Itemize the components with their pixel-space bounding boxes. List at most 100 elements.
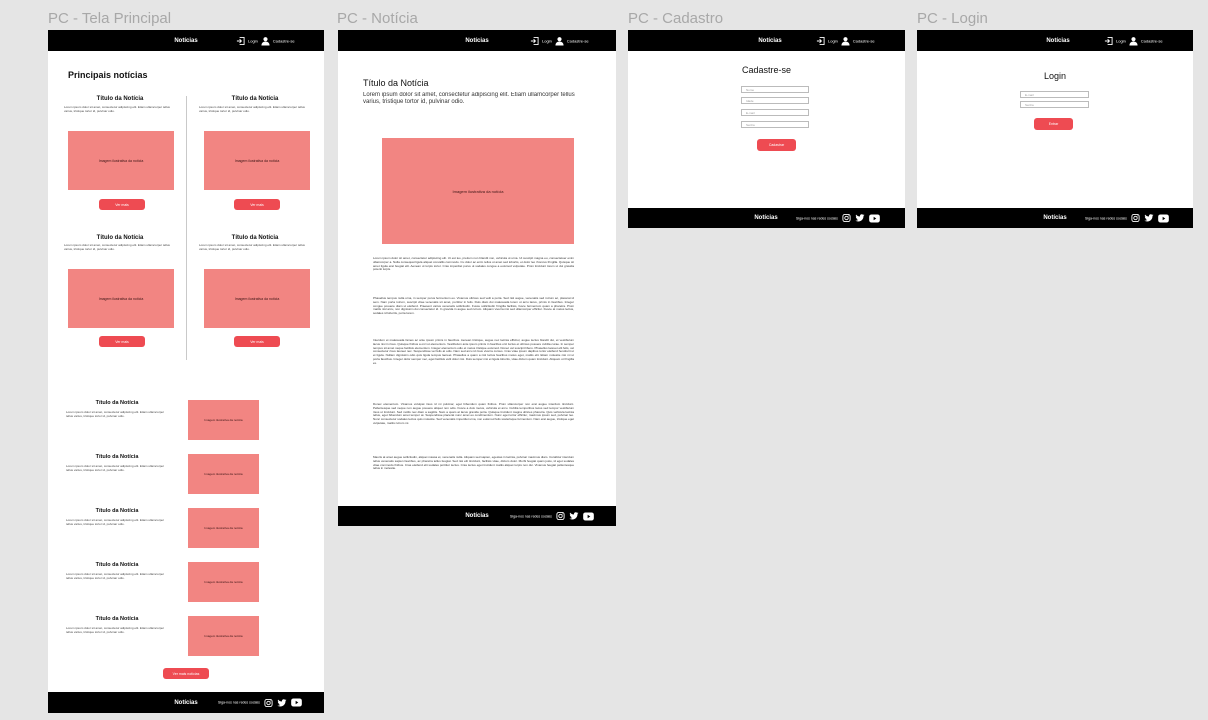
brand-logo[interactable]: Notícias <box>174 38 197 44</box>
article-subtitle: Lorem ipsum dolor sit amet, consectetur … <box>363 92 575 106</box>
user-icon[interactable] <box>1129 36 1138 45</box>
user-icon[interactable] <box>841 36 850 45</box>
twitter-icon[interactable] <box>569 512 579 521</box>
list-item-summary: Lorem ipsum dolor sit amet, consectetur … <box>66 411 165 418</box>
brand-logo[interactable]: Notícias <box>465 38 488 44</box>
nav-login-link[interactable]: Login <box>1116 38 1126 43</box>
youtube-icon[interactable] <box>868 214 880 222</box>
twitter-icon[interactable] <box>1144 214 1154 223</box>
footer-bar: Notícias Siga-nos nas redes sociais <box>48 692 324 713</box>
grid-divider <box>186 96 187 360</box>
list-item-image[interactable]: Imagem ilustrativa da notícia <box>188 616 259 656</box>
frame-cadastro: Notícias Login Cadastre-se Cadastre-se N… <box>628 30 905 228</box>
top-bar: Notícias Login Cadastre-se <box>338 30 616 51</box>
nav-login-link[interactable]: Login <box>248 38 258 43</box>
list-item-image[interactable]: Imagem ilustrativa da notícia <box>188 454 259 494</box>
card-title[interactable]: Título da Notícia <box>195 235 315 241</box>
user-icon[interactable] <box>261 36 270 45</box>
list-item-title[interactable]: Título da Notícia <box>62 616 172 622</box>
frame-label-cadastro: PC - Cadastro <box>628 10 724 27</box>
footer-bar: Notícias Siga-nos nas redes sociais <box>628 208 905 228</box>
nav-signup-link[interactable]: Cadastre-se <box>273 38 295 43</box>
list-item-image[interactable]: Imagem ilustrativa da notícia <box>188 562 259 602</box>
nav-login-link[interactable]: Login <box>828 38 838 43</box>
signup-submit-button[interactable]: Cadastrar <box>757 139 796 151</box>
card-image[interactable]: Imagem ilustrativa da notícia <box>68 131 174 190</box>
card-image[interactable]: Imagem ilustrativa da notícia <box>204 131 310 190</box>
footer-bar: Notícias Siga-nos nas redes sociais <box>917 208 1193 228</box>
instagram-icon[interactable] <box>842 213 851 223</box>
top-nav: Login Cadastre-se <box>236 36 295 45</box>
user-icon[interactable] <box>555 36 564 45</box>
footer-follow-text: Siga-nos nas redes sociais <box>1085 216 1127 220</box>
login-icon[interactable] <box>530 36 539 45</box>
youtube-icon[interactable] <box>582 512 594 520</box>
card-title[interactable]: Título da Notícia <box>195 96 315 102</box>
instagram-icon[interactable] <box>264 698 273 707</box>
login-icon[interactable] <box>236 36 245 45</box>
card-title[interactable]: Título da Notícia <box>60 235 180 241</box>
age-field[interactable]: Idade <box>741 97 809 104</box>
list-item-summary: Lorem ipsum dolor sit amet, consectetur … <box>66 573 165 580</box>
footer-social: Siga-nos nas redes sociais <box>510 511 594 521</box>
youtube-icon[interactable] <box>290 698 302 707</box>
footer-brand[interactable]: Notícias <box>465 513 488 519</box>
read-more-button[interactable]: Ver mais <box>234 336 280 347</box>
article-image[interactable]: Imagem ilustrativa da notícia <box>382 138 574 244</box>
article-paragraph: Interdum et malesuada fames ac ante ipsu… <box>373 339 574 365</box>
form-heading: Cadastre-se <box>741 65 792 75</box>
list-item-title[interactable]: Título da Notícia <box>62 508 172 514</box>
article-paragraph: Lorem ipsum dolor sit amet, consectetur … <box>373 257 574 272</box>
login-icon[interactable] <box>816 36 825 45</box>
more-news-button[interactable]: Ver mais notícias <box>163 668 209 679</box>
frame-label-login: PC - Login <box>917 10 988 27</box>
card-image[interactable]: Imagem ilustrativa da notícia <box>68 269 174 328</box>
twitter-icon[interactable] <box>855 214 865 223</box>
login-submit-button[interactable]: Entrar <box>1034 118 1073 130</box>
footer-brand[interactable]: Notícias <box>754 215 777 221</box>
read-more-button[interactable]: Ver mais <box>234 199 280 210</box>
instagram-icon[interactable] <box>556 511 565 521</box>
card-image[interactable]: Imagem ilustrativa da notícia <box>204 269 310 328</box>
brand-logo[interactable]: Notícias <box>1046 38 1069 44</box>
article-paragraph: Phasellus tempus nulla urna, in semper p… <box>373 297 574 315</box>
nav-login-link[interactable]: Login <box>542 38 552 43</box>
youtube-icon[interactable] <box>1157 214 1169 222</box>
read-more-button[interactable]: Ver mais <box>99 199 145 210</box>
nav-signup-link[interactable]: Cadastre-se <box>853 38 875 43</box>
list-item-summary: Lorem ipsum dolor sit amet, consectetur … <box>66 519 165 526</box>
article-paragraph: Donec elementum. Vivamus volutpat risus … <box>373 403 574 425</box>
footer-follow-text: Siga-nos nas redes sociais <box>510 514 552 518</box>
nav-signup-link[interactable]: Cadastre-se <box>567 38 589 43</box>
instagram-icon[interactable] <box>1131 213 1140 223</box>
top-nav: Login Cadastre-se <box>530 36 589 45</box>
read-more-button[interactable]: Ver mais <box>99 336 145 347</box>
card-summary: Lorem ipsum dolor sit amet, consectetur … <box>64 244 170 251</box>
footer-brand[interactable]: Notícias <box>1043 215 1066 221</box>
footer-social: Siga-nos nas redes sociais <box>796 213 880 223</box>
list-item-title[interactable]: Título da Notícia <box>62 454 172 460</box>
email-field[interactable]: E-mail <box>741 109 809 116</box>
list-item-image[interactable]: Imagem ilustrativa da notícia <box>188 508 259 548</box>
email-field[interactable]: E-mail <box>1020 91 1089 98</box>
nav-signup-link[interactable]: Cadastre-se <box>1141 38 1163 43</box>
login-icon[interactable] <box>1104 36 1113 45</box>
list-item-title[interactable]: Título da Notícia <box>62 400 172 406</box>
password-field[interactable]: Senha <box>741 121 809 128</box>
top-bar: Notícias Login Cadastre-se <box>917 30 1193 51</box>
list-item-title[interactable]: Título da Notícia <box>62 562 172 568</box>
form-heading: Login <box>1043 71 1067 81</box>
list-item-image[interactable]: Imagem ilustrativa da notícia <box>188 400 259 440</box>
card-summary: Lorem ipsum dolor sit amet, consectetur … <box>64 106 170 113</box>
list-item-summary: Lorem ipsum dolor sit amet, consectetur … <box>66 465 165 472</box>
footer-bar: Notícias Siga-nos nas redes sociais <box>338 506 616 526</box>
name-field[interactable]: Nome <box>741 86 809 93</box>
password-field[interactable]: Senha <box>1020 101 1089 108</box>
footer-social: Siga-nos nas redes sociais <box>218 698 302 707</box>
card-title[interactable]: Título da Notícia <box>60 96 180 102</box>
twitter-icon[interactable] <box>277 698 287 707</box>
card-summary: Lorem ipsum dolor sit amet, consectetur … <box>199 106 305 113</box>
brand-logo[interactable]: Notícias <box>758 38 781 44</box>
footer-brand[interactable]: Notícias <box>174 700 197 706</box>
top-bar: Notícias Login Cadastre-se <box>628 30 905 51</box>
